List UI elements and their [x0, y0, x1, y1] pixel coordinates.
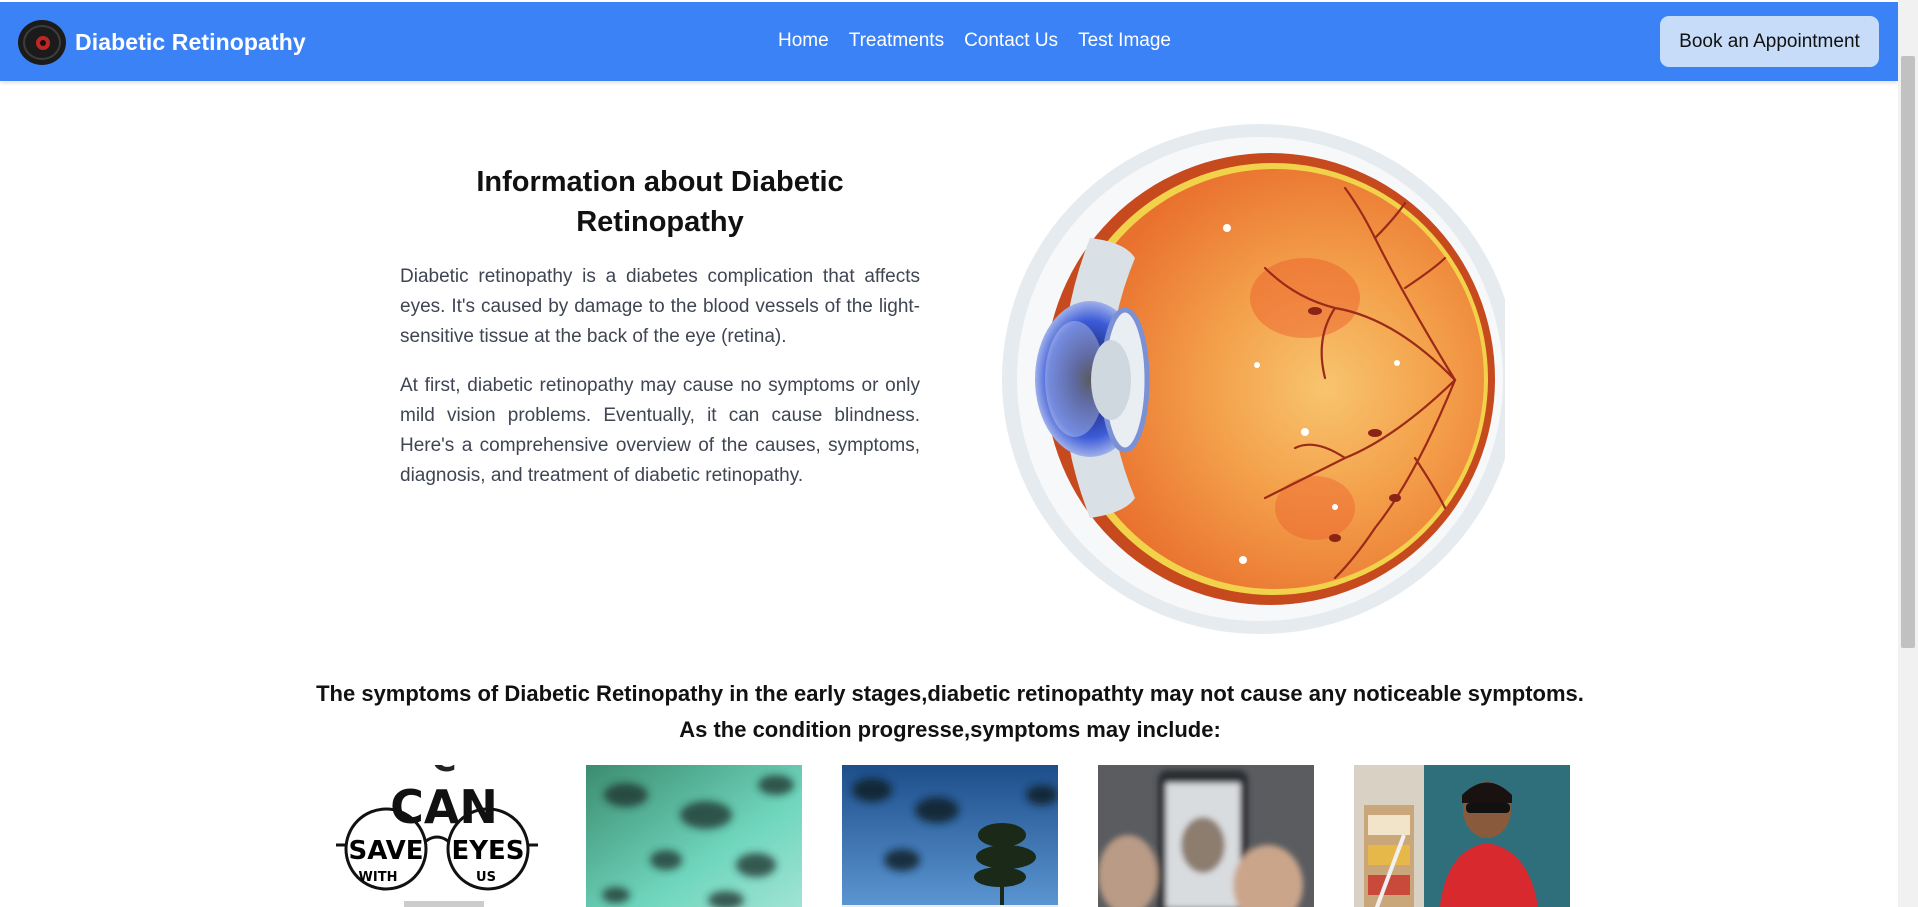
blurred-phone-image	[1098, 765, 1314, 907]
info-section: Information about Diabetic Retinopathy D…	[400, 162, 920, 491]
chart-word-eyes: EYES	[451, 836, 524, 866]
brand[interactable]: Diabetic Retinopathy	[18, 20, 306, 65]
person-sunglasses-image	[1354, 765, 1570, 907]
chart-word-save: SAVE	[349, 836, 424, 866]
symptom-image-row: C CAN SAVE EYES WITH US	[334, 765, 1574, 907]
brand-name: Diabetic Retinopathy	[75, 29, 306, 55]
nav-treatments-link[interactable]: Treatments	[849, 30, 944, 52]
nav-links: Home Treatments Contact Us Test Image	[778, 30, 1171, 52]
nav-home-link[interactable]: Home	[778, 30, 829, 52]
nav-contact-link[interactable]: Contact Us	[964, 30, 1058, 52]
symptoms-heading-line-2: As the condition progresse,symptoms may …	[679, 717, 1221, 742]
chart-word-us: US	[476, 870, 496, 885]
symptoms-heading-line-1: The symptoms of Diabetic Retinopathy in …	[316, 681, 1584, 706]
info-title: Information about Diabetic Retinopathy	[476, 166, 844, 238]
floaters-sky-image	[842, 765, 1058, 907]
info-paragraph-2: At first, diabetic retinopathy may cause…	[400, 375, 920, 486]
eye-logo-icon	[18, 20, 66, 65]
navbar: Diabetic Retinopathy Home Treatments Con…	[0, 2, 1898, 81]
book-appointment-button[interactable]: Book an Appointment	[1660, 16, 1879, 67]
symptoms-heading: The symptoms of Diabetic Retinopathy in …	[300, 676, 1600, 748]
scrollbar[interactable]	[1898, 0, 1918, 907]
floaters-green-image	[586, 765, 802, 907]
blurred-eye-chart-image: C CAN SAVE EYES WITH US	[334, 765, 540, 907]
scrollbar-thumb[interactable]	[1901, 56, 1915, 648]
chart-letter-line-2: CAN	[390, 780, 498, 834]
info-paragraph-1: Diabetic retinopathy is a diabetes compl…	[400, 266, 920, 347]
eye-anatomy-illustration	[1002, 124, 1505, 634]
nav-test-image-link[interactable]: Test Image	[1078, 30, 1171, 52]
chart-letter-line-1: C	[432, 765, 457, 780]
chart-word-with: WITH	[359, 870, 398, 885]
